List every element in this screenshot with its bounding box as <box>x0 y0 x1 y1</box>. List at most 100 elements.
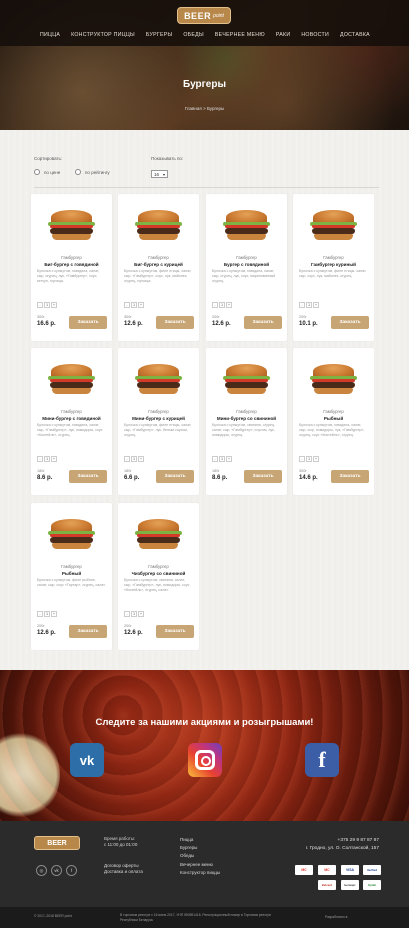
radio-circle[interactable] <box>34 169 40 175</box>
burger-image[interactable] <box>222 362 271 396</box>
burger-image[interactable] <box>309 362 358 396</box>
product-card[interactable]: Гамбургер Чизбургер со свининой Булочка с … <box>118 503 199 650</box>
product-name[interactable]: Мини-бургер с говядиной <box>31 416 112 421</box>
perpage-select[interactable]: 16 ▾ <box>151 170 168 178</box>
site-logo[interactable]: BEER point <box>177 7 231 24</box>
order-button[interactable]: Заказать <box>244 470 282 483</box>
product-card[interactable]: Гамбургер Рыбный Булочка с кунжутом, говяд… <box>293 348 374 495</box>
footer-vk-icon[interactable]: vk <box>51 865 62 876</box>
burger-image[interactable] <box>134 517 183 551</box>
minus-button[interactable]: - <box>124 302 130 308</box>
minus-button[interactable]: - <box>37 611 43 617</box>
quantity-value[interactable]: 1 <box>44 302 50 308</box>
burger-image[interactable] <box>134 362 183 396</box>
nav-item-delivery[interactable]: ДОСТАВКА <box>340 32 370 38</box>
minus-button[interactable]: - <box>124 456 130 462</box>
minus-button[interactable]: - <box>299 456 305 462</box>
order-button[interactable]: Заказать <box>156 470 194 483</box>
sort-by-price-radio[interactable]: по цене <box>34 169 60 175</box>
plus-button[interactable]: + <box>138 302 144 308</box>
plus-button[interactable]: + <box>313 456 319 462</box>
quantity-value[interactable]: 1 <box>44 456 50 462</box>
developer-credit[interactable]: Разработано в <box>325 915 347 920</box>
footer-instagram-icon[interactable]: ◎ <box>36 865 47 876</box>
minus-button[interactable]: - <box>212 456 218 462</box>
nav-item-pizza-builder[interactable]: КОНСТРУКТОР ПИЦЦЫ <box>71 32 135 38</box>
quantity-value[interactable]: 1 <box>219 456 225 462</box>
quantity-value[interactable]: 1 <box>219 302 225 308</box>
minus-button[interactable]: - <box>212 302 218 308</box>
burger-image[interactable] <box>47 362 96 396</box>
plus-button[interactable]: + <box>51 302 57 308</box>
burger-image[interactable] <box>309 208 358 242</box>
quantity-value[interactable]: 1 <box>131 611 137 617</box>
footer-menu-item[interactable]: Конструктор пиццы <box>180 869 220 877</box>
plus-button[interactable]: + <box>51 611 57 617</box>
phone-number[interactable]: +375 29 9 87 87 87 <box>306 837 379 845</box>
footer-logo[interactable]: BEER <box>34 836 80 850</box>
minus-button[interactable]: - <box>299 302 305 308</box>
delivery-link[interactable]: Доставка и оплата <box>104 869 143 875</box>
product-card[interactable]: Гамбургер Биг-бургер с говядиной Булочка с… <box>31 194 112 341</box>
order-button[interactable]: Заказать <box>331 470 369 483</box>
burger-image[interactable] <box>47 208 96 242</box>
quantity-value[interactable]: 1 <box>131 456 137 462</box>
breadcrumb[interactable]: Главная > Бургеры <box>0 106 409 111</box>
plus-button[interactable]: + <box>313 302 319 308</box>
burger-image[interactable] <box>222 208 271 242</box>
burger-image[interactable] <box>134 208 183 242</box>
plus-button[interactable]: + <box>51 456 57 462</box>
footer-menu-item[interactable]: Вечернее меню <box>180 861 220 869</box>
nav-item-lunch[interactable]: ОБЕДЫ <box>183 32 204 38</box>
nav-item-crayfish[interactable]: РАКИ <box>276 32 291 38</box>
nav-item-news[interactable]: НОВОСТИ <box>301 32 329 38</box>
footer-menu-item[interactable]: Пицца <box>180 836 220 844</box>
product-name[interactable]: Гамбургер куриный <box>293 262 374 267</box>
order-button[interactable]: Заказать <box>331 316 369 329</box>
nav-item-evening-menu[interactable]: ВЕЧЕРНЕЕ МЕНЮ <box>215 32 265 38</box>
product-name[interactable]: Мини-бургер со свининой <box>206 416 287 421</box>
minus-button[interactable]: - <box>124 611 130 617</box>
burger-image[interactable] <box>47 517 96 551</box>
product-card[interactable]: Гамбургер Биг-бургер с курицей Булочка с к… <box>118 194 199 341</box>
product-card[interactable]: Гамбургер Гамбургер куриный Булочка с кунж… <box>293 194 374 341</box>
order-button[interactable]: Заказать <box>156 625 194 638</box>
nav-item-pizza[interactable]: ПИЦЦА <box>40 32 60 38</box>
plus-button[interactable]: + <box>226 456 232 462</box>
quantity-value[interactable]: 1 <box>131 302 137 308</box>
plus-button[interactable]: + <box>138 611 144 617</box>
product-card[interactable]: Гамбургер Бургер с говядиной Булочка с кун… <box>206 194 287 341</box>
minus-button[interactable]: - <box>37 456 43 462</box>
product-card[interactable]: Гамбургер Рыбный Булочка с кунжутом, филе … <box>31 503 112 650</box>
order-button[interactable]: Заказать <box>244 316 282 329</box>
radio-circle[interactable] <box>75 169 81 175</box>
nav-item-burgers[interactable]: БУРГЕРЫ <box>146 32 172 38</box>
plus-button[interactable]: + <box>226 302 232 308</box>
quantity-value[interactable]: 1 <box>44 611 50 617</box>
vk-icon[interactable]: vk <box>70 743 104 777</box>
quantity-value[interactable]: 1 <box>306 456 312 462</box>
minus-button[interactable]: - <box>37 302 43 308</box>
product-name[interactable]: Чизбургер со свининой <box>118 571 199 576</box>
sort-by-rating-radio[interactable]: по рейтингу <box>75 169 110 175</box>
footer-menu-item[interactable]: Обеды <box>180 852 220 860</box>
order-button[interactable]: Заказать <box>69 470 107 483</box>
order-button[interactable]: Заказать <box>156 316 194 329</box>
instagram-icon[interactable] <box>188 743 222 777</box>
product-name[interactable]: Бургер с говядиной <box>206 262 287 267</box>
order-button[interactable]: Заказать <box>69 625 107 638</box>
product-card[interactable]: Гамбургер Мини-бургер с курицей Булочка с … <box>118 348 199 495</box>
product-name[interactable]: Рыбный <box>293 416 374 421</box>
plus-button[interactable]: + <box>138 456 144 462</box>
product-name[interactable]: Мини-бургер с курицей <box>118 416 199 421</box>
product-name[interactable]: Рыбный <box>31 571 112 576</box>
product-name[interactable]: Биг-бургер с курицей <box>118 262 199 267</box>
footer-menu-item[interactable]: Бургеры <box>180 844 220 852</box>
footer-facebook-icon[interactable]: f <box>66 865 77 876</box>
facebook-icon[interactable]: f <box>305 743 339 777</box>
product-card[interactable]: Гамбургер Мини-бургер со свининой Булочка … <box>206 348 287 495</box>
product-card[interactable]: Гамбургер Мини-бургер с говядиной Булочка … <box>31 348 112 495</box>
product-name[interactable]: Биг-бургер с говядиной <box>31 262 112 267</box>
quantity-value[interactable]: 1 <box>306 302 312 308</box>
order-button[interactable]: Заказать <box>69 316 107 329</box>
